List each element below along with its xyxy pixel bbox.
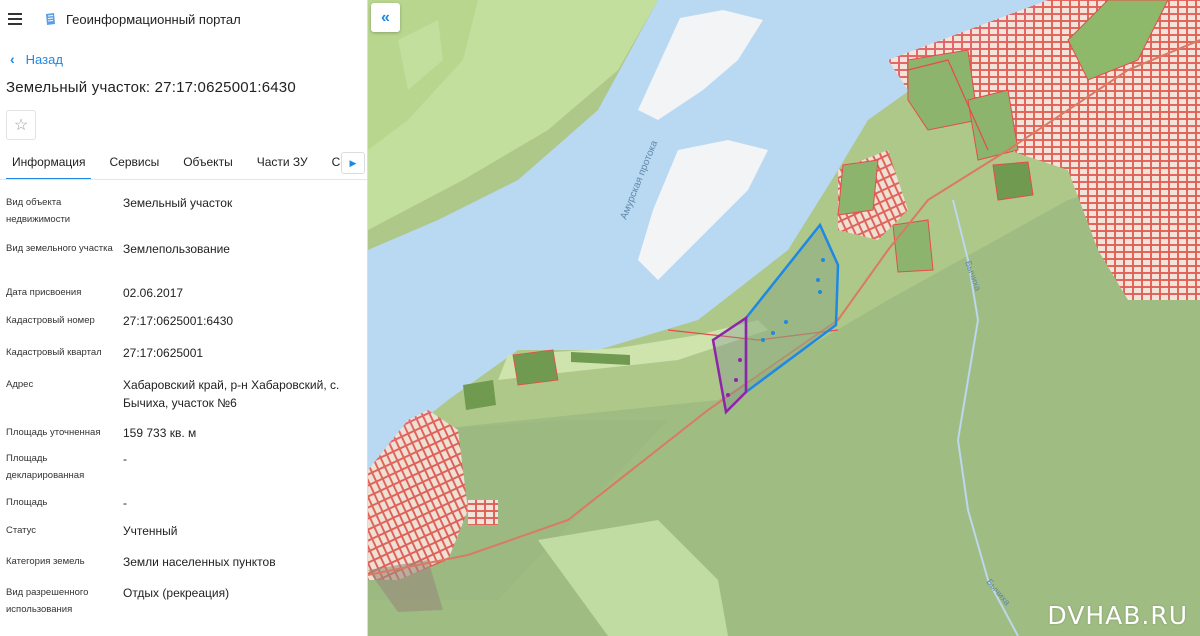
- property-row: Адрес Хабаровский край, р-н Хабаровский,…: [0, 374, 367, 422]
- property-label: Вид разрешенного использования: [6, 587, 89, 615]
- back-link[interactable]: ‹ Назад: [0, 48, 367, 70]
- tab-parts[interactable]: Части ЗУ: [257, 150, 308, 179]
- property-row: Дата присвоения 02.06.2017: [0, 280, 367, 310]
- property-label: Вид объекта недвижимости: [6, 197, 71, 225]
- property-row: Вид земельного участка Землепользование: [0, 236, 367, 280]
- property-label: Дата присвоения: [6, 287, 82, 298]
- green-plot: [512, 349, 559, 386]
- property-row: Вид объекта недвижимости Земельный участ…: [0, 190, 367, 236]
- property-label: Статус: [6, 525, 37, 536]
- parcel-point: [761, 338, 765, 342]
- tab-objects[interactable]: Объекты: [183, 150, 233, 179]
- tab-info[interactable]: Информация: [6, 150, 92, 179]
- green-plot-5: [992, 161, 1034, 201]
- property-value: 159 733 кв. м: [123, 426, 197, 440]
- favorite-button[interactable]: ☆: [6, 110, 36, 140]
- parcel-point: [738, 358, 742, 362]
- property-label: Площадь: [6, 497, 48, 508]
- property-row: Площадь -: [0, 494, 367, 522]
- property-row: Площадь уточненная 159 733 кв. м: [0, 422, 367, 450]
- info-panel: Геоинформационный портал ‹ Назад Земельн…: [0, 0, 368, 636]
- back-label: Назад: [25, 51, 63, 67]
- property-value: Землепользование: [123, 242, 230, 256]
- double-chevron-left-icon: «: [381, 8, 390, 26]
- green-parcel-3: [837, 159, 879, 216]
- app-title: Геоинформационный портал: [66, 11, 241, 27]
- parcel-point: [726, 393, 730, 397]
- town-block: [468, 500, 498, 525]
- parcel-point: [821, 258, 825, 262]
- property-value: Земельный участок: [123, 196, 233, 210]
- top-bar: Геоинформационный портал: [0, 0, 367, 38]
- property-label: Категория земель: [6, 556, 85, 567]
- property-row: Категория земель Земли населенных пункто…: [0, 553, 367, 584]
- property-value: Хабаровский край, р-н Хабаровский, с. Бы…: [123, 378, 340, 410]
- property-value: Земли населенных пунктов: [123, 555, 276, 569]
- app-root: Геоинформационный портал ‹ Назад Земельн…: [0, 0, 1200, 636]
- parcel-point: [818, 290, 822, 294]
- tab-services[interactable]: Сервисы: [109, 150, 159, 179]
- watermark: DVHAB.RU: [1047, 601, 1188, 630]
- property-value: Учтенный: [123, 524, 178, 538]
- property-row: Вид разрешенного использования Отдых (ре…: [0, 584, 367, 624]
- parcel-point: [734, 378, 738, 382]
- property-label: Площадь декларированная: [6, 453, 85, 481]
- green-plot-3: [463, 380, 496, 410]
- property-label: Кадастровый квартал: [6, 347, 102, 358]
- property-value: 27:17:0625001: [123, 346, 204, 360]
- parcel-point: [816, 278, 820, 282]
- hamburger-icon[interactable]: [8, 13, 22, 25]
- property-label: Вид земельного участка: [6, 243, 113, 254]
- tabs-next-button[interactable]: ▶: [341, 152, 365, 174]
- portal-logo-icon: [46, 12, 55, 25]
- page-title: Земельный участок: 27:17:0625001:6430: [6, 79, 296, 96]
- collapse-panel-button[interactable]: «: [371, 3, 400, 32]
- property-row: Кадастровый номер 27:17:0625001:6430: [0, 310, 367, 342]
- green-plot-4: [892, 219, 934, 273]
- property-label: Адрес: [6, 379, 34, 390]
- tab-bar: Информация Сервисы Объекты Части ЗУ Сос …: [0, 150, 367, 180]
- parcel-point: [784, 320, 788, 324]
- parcel-point: [771, 331, 775, 335]
- chevron-right-icon: ▶: [349, 157, 357, 168]
- map-svg[interactable]: Амурская протока Бычиха Бычиха: [368, 0, 1200, 636]
- property-label: Кадастровый номер: [6, 315, 95, 326]
- chevron-left-icon: ‹: [10, 51, 15, 67]
- property-label: Площадь уточненная: [6, 427, 101, 438]
- property-value: 27:17:0625001:6430: [123, 314, 234, 328]
- properties-list: Вид объекта недвижимости Земельный участ…: [0, 190, 367, 624]
- property-row: Статус Учтенный: [0, 522, 367, 553]
- property-value: -: [123, 496, 127, 510]
- property-value: 02.06.2017: [123, 286, 184, 300]
- property-row: Площадь декларированная -: [0, 450, 367, 494]
- property-value: Отдых (рекреация): [123, 586, 230, 600]
- property-value: -: [123, 452, 127, 466]
- property-row: Кадастровый квартал 27:17:0625001: [0, 342, 367, 374]
- star-icon: ☆: [13, 117, 29, 134]
- map-canvas[interactable]: Амурская протока Бычиха Бычиха: [368, 0, 1200, 636]
